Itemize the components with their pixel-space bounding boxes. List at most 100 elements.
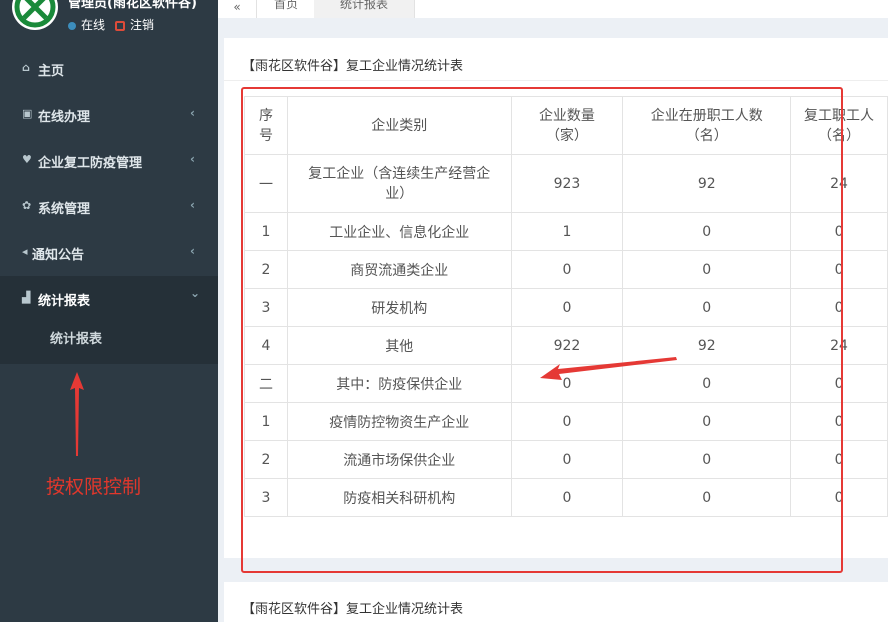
annotation-text: 按权限控制 <box>46 476 142 498</box>
cell-count: 0 <box>510 478 624 517</box>
cell-category: 其他 <box>286 326 512 365</box>
user-panel: 管理员(雨花区软件谷) 在线 注销 <box>0 0 218 44</box>
submenu-item-statistics-report[interactable]: 统计报表 <box>0 318 218 364</box>
sidebar-item-label: 系统管理 <box>38 202 91 217</box>
chevron-left-icon: ‹ <box>190 244 195 258</box>
chevron-left-icon: ‹ <box>190 198 195 212</box>
cell-count: 0 <box>510 440 624 479</box>
heartbeat-icon: ♥ <box>22 153 32 166</box>
logout-link[interactable]: 注销 <box>130 18 154 32</box>
statistics-table: 序号 企业类别 企业数量 （家） 企业在册职工人数 （名） 复工职工人 （名） 一 复… <box>244 96 888 517</box>
cell-category: 复工企业（含连续生产经营企 业） <box>286 154 512 213</box>
header-cell-no: 序号 <box>244 96 288 155</box>
tab-statistics[interactable]: 统计报表 <box>314 0 415 18</box>
cell-category: 防疫相关科研机构 <box>286 478 512 517</box>
logo-icon <box>14 0 56 28</box>
tab-home[interactable]: 首页 <box>258 0 315 18</box>
cell-returned: 0 <box>790 440 888 479</box>
sidebar-item-statistics[interactable]: ▟ 统计报表 ⌄ <box>0 276 218 322</box>
cell-no: 4 <box>244 326 288 365</box>
logout-icon[interactable] <box>115 20 126 31</box>
sidebar-item-label: 在线办理 <box>38 110 91 125</box>
cell-no: 二 <box>244 364 288 403</box>
cell-no: 1 <box>244 212 288 251</box>
home-icon: ⌂ <box>22 61 30 74</box>
sidebar-item-label: 企业复工防疫管理 <box>38 156 143 171</box>
sidebar-item-label: 通知公告 <box>32 248 85 263</box>
sidebar-item-home[interactable]: ⌂ 主页 <box>0 46 218 92</box>
back-icon[interactable]: « <box>218 0 257 18</box>
table-row: 2 商贸流通类企业 0 0 0 <box>244 250 888 289</box>
sidebar-item-online-service[interactable]: ▣ 在线办理 ‹ <box>0 92 218 138</box>
area-chart-icon: ▟ <box>22 291 31 304</box>
table-row: 3 防疫相关科研机构 0 0 0 <box>244 478 888 517</box>
cell-no: 3 <box>244 288 288 327</box>
gear-icon: ✿ <box>22 199 32 212</box>
cell-count: 923 <box>510 154 624 213</box>
table-row: 1 疫情防控物资生产企业 0 0 0 <box>244 402 888 441</box>
chevron-left-icon: ‹ <box>190 152 195 166</box>
cell-returned: 0 <box>790 478 888 517</box>
cell-category: 其中：防疫保供企业 <box>286 364 512 403</box>
panel-divider <box>224 80 888 81</box>
annotation-arrow-left <box>540 357 677 380</box>
cell-count: 0 <box>510 250 624 289</box>
sidebar-item-epidemic-management[interactable]: ♥ 企业复工防疫管理 ‹ <box>0 138 218 184</box>
sidebar: 管理员(雨花区软件谷) 在线 注销 ⌂ 主页 ▣ 在线办理 ‹ ♥ 企业复工防疫管… <box>0 0 218 622</box>
header-cell-count: 企业数量 （家） <box>510 96 624 155</box>
sidebar-item-notices[interactable]: ◂ 通知公告 ‹ <box>0 230 218 276</box>
user-status: 在线 注销 <box>68 16 154 33</box>
cell-category: 商贸流通类企业 <box>286 250 512 289</box>
cell-no: 2 <box>244 440 288 479</box>
sidebar-item-label: 主页 <box>38 64 65 79</box>
chevron-left-icon: ‹ <box>190 106 195 120</box>
cell-returned: 0 <box>790 364 888 403</box>
header-cell-staff: 企业在册职工人数 （名） <box>622 96 792 155</box>
online-label: 在线 <box>81 18 106 32</box>
cell-staff: 0 <box>622 478 792 517</box>
table-header-row: 序号 企业类别 企业数量 （家） 企业在册职工人数 （名） 复工职工人 （名） <box>244 96 888 155</box>
report-panel-secondary: 【雨花区软件谷】复工企业情况统计表 <box>224 582 888 622</box>
cell-no: 一 <box>244 154 288 213</box>
cell-category: 工业企业、信息化企业 <box>286 212 512 251</box>
table-row: 2 流通市场保供企业 0 0 0 <box>244 440 888 479</box>
annotation-arrow-up <box>70 372 84 456</box>
cell-returned: 0 <box>790 402 888 441</box>
cell-staff: 92 <box>622 154 792 213</box>
cell-staff: 0 <box>622 250 792 289</box>
cell-staff: 0 <box>622 288 792 327</box>
online-dot-icon <box>68 21 76 30</box>
table-row: 一 复工企业（含连续生产经营企 业） 923 92 24 <box>244 154 888 213</box>
cell-returned: 0 <box>790 250 888 289</box>
briefcase-icon: ▣ <box>22 107 33 120</box>
cell-no: 2 <box>244 250 288 289</box>
cell-returned: 24 <box>790 326 888 365</box>
panel-title: 【雨花区软件谷】复工企业情况统计表 <box>242 59 464 74</box>
user-name: 管理员(雨花区软件谷) <box>68 0 197 11</box>
header-cell-returned: 复工职工人 （名） <box>790 96 888 155</box>
cell-returned: 0 <box>790 288 888 327</box>
cell-no: 1 <box>244 402 288 441</box>
cell-returned: 24 <box>790 154 888 213</box>
header-cell-category: 企业类别 <box>286 96 512 155</box>
cell-returned: 0 <box>790 212 888 251</box>
chevron-down-icon: ⌄ <box>190 286 201 300</box>
cell-category: 疫情防控物资生产企业 <box>286 402 512 441</box>
table-row: 3 研发机构 0 0 0 <box>244 288 888 327</box>
cell-no: 3 <box>244 478 288 517</box>
cell-category: 研发机构 <box>286 288 512 327</box>
sidebar-item-system-management[interactable]: ✿ 系统管理 ‹ <box>0 184 218 230</box>
cell-staff: 0 <box>622 440 792 479</box>
sidebar-item-label: 统计报表 <box>38 294 91 309</box>
cell-count: 0 <box>510 288 624 327</box>
cell-staff: 0 <box>622 212 792 251</box>
avatar <box>12 0 58 30</box>
submenu-item-label: 统计报表 <box>50 332 103 347</box>
panel-title: 【雨花区软件谷】复工企业情况统计表 <box>242 602 464 617</box>
cell-staff: 0 <box>622 402 792 441</box>
cell-category: 流通市场保供企业 <box>286 440 512 479</box>
table-row: 1 工业企业、信息化企业 1 0 0 <box>244 212 888 251</box>
cell-count: 1 <box>510 212 624 251</box>
cell-count: 0 <box>510 402 624 441</box>
tab-bar: « 首页 统计报表 <box>218 0 888 18</box>
